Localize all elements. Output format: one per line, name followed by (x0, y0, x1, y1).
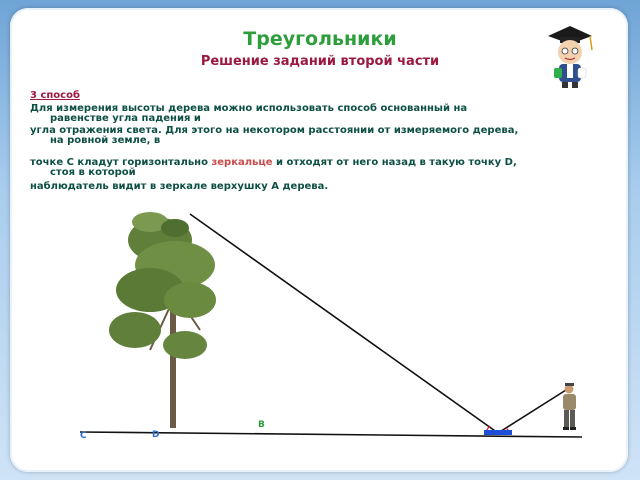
mirror-icon (484, 430, 512, 435)
reflected-ray (497, 389, 567, 434)
point-d-label: D (152, 430, 160, 440)
point-b-label: B (258, 420, 265, 430)
incident-ray (189, 213, 499, 434)
point-c-label: C (80, 431, 87, 441)
tree-measurement-diagram (79, 212, 583, 438)
observer-person-icon (563, 383, 576, 430)
pine-tree-icon (109, 212, 216, 428)
